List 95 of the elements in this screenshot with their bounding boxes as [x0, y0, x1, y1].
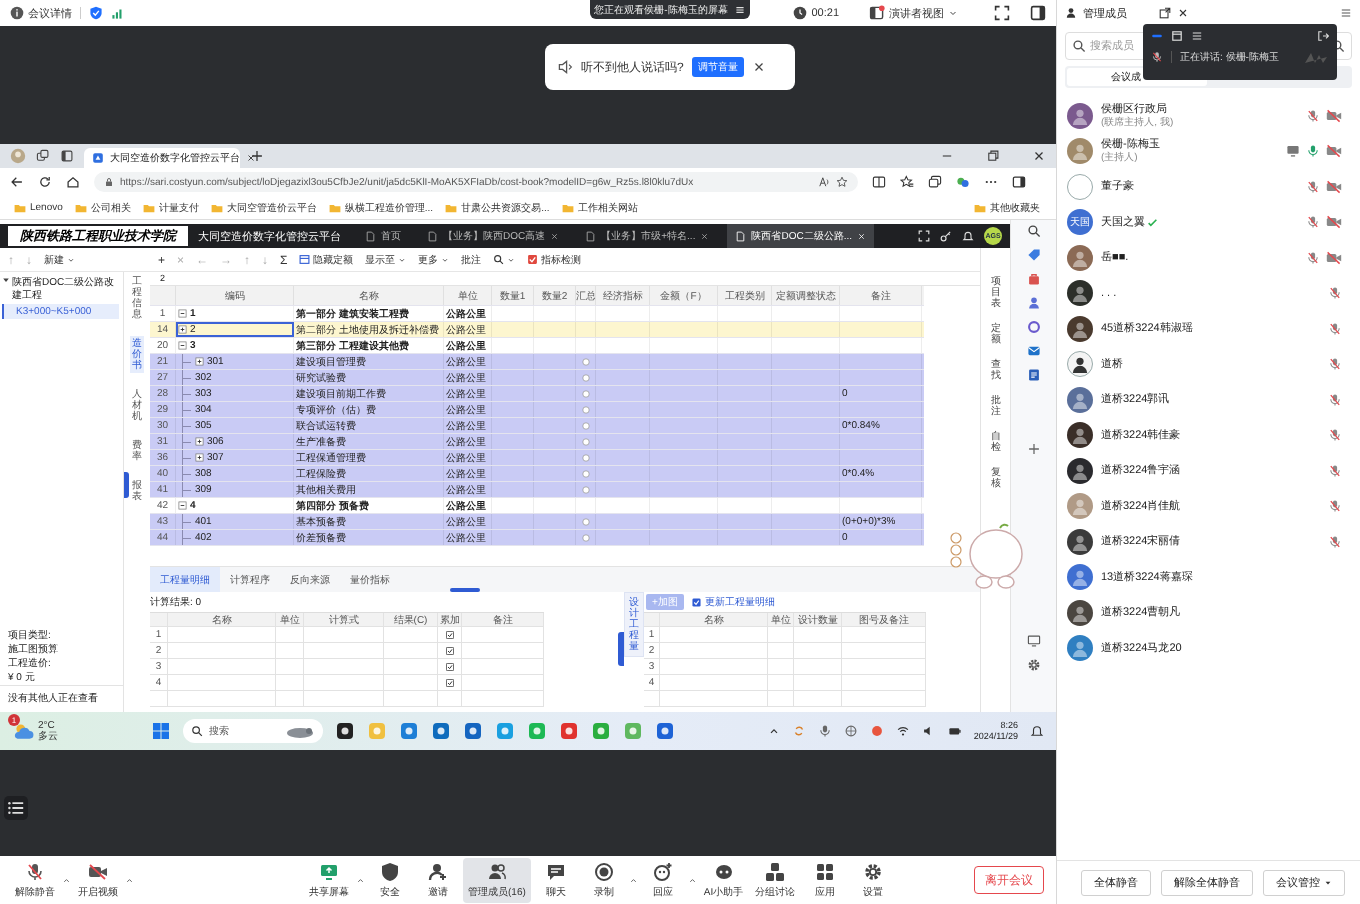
- mic-muted-icon[interactable]: [1328, 463, 1342, 478]
- collections-icon[interactable]: [928, 175, 942, 189]
- bag-icon[interactable]: [1026, 272, 1041, 286]
- collapse-handle[interactable]: [618, 632, 624, 666]
- camera-off-icon[interactable]: [1326, 143, 1342, 160]
- checkbox[interactable]: [581, 421, 590, 430]
- assistant-icon: [713, 861, 734, 882]
- chat-icon: [545, 861, 566, 882]
- site-icon: [92, 152, 104, 164]
- list-icon[interactable]: [4, 796, 28, 820]
- add-person-icon: [428, 861, 448, 882]
- folder-icon: [561, 201, 574, 214]
- document-icon[interactable]: [1026, 368, 1041, 382]
- mic-muted-icon[interactable]: [1306, 250, 1320, 265]
- mic-muted-icon[interactable]: [1306, 108, 1320, 123]
- mic-icon[interactable]: [817, 724, 832, 738]
- checked-checkbox[interactable]: [445, 646, 454, 655]
- folder-icon: [14, 201, 26, 214]
- checkbox[interactable]: [581, 405, 590, 414]
- checkbox[interactable]: [581, 469, 590, 478]
- shield-icon: [380, 861, 400, 882]
- mic-muted-icon[interactable]: [1328, 534, 1342, 549]
- settings-icon: [863, 861, 884, 882]
- sync-icon[interactable]: [791, 724, 806, 738]
- battery-icon[interactable]: [947, 724, 962, 738]
- checked-checkbox[interactable]: [445, 678, 454, 687]
- collapse-icon[interactable]: [178, 341, 187, 350]
- folder-icon: [974, 201, 986, 214]
- expand-icon[interactable]: [195, 357, 204, 366]
- lock-icon: [104, 177, 114, 187]
- check-icon: [527, 254, 539, 265]
- extension-icon[interactable]: [956, 175, 970, 189]
- search-icon[interactable]: [1026, 224, 1041, 238]
- expand-icon[interactable]: [195, 437, 204, 446]
- record-icon: [593, 861, 614, 882]
- checkbox[interactable]: [581, 357, 590, 366]
- search-icon: [1072, 39, 1086, 53]
- mail-icon[interactable]: [1026, 344, 1041, 358]
- camera-off-icon[interactable]: [1326, 107, 1342, 124]
- sidebar-icon[interactable]: [1030, 5, 1046, 21]
- squares-icon: [765, 861, 786, 882]
- collapse-arrow-icon[interactable]: [2, 276, 10, 284]
- expand-icon[interactable]: [178, 325, 187, 334]
- checkbox[interactable]: [581, 485, 590, 494]
- collapse-icon[interactable]: [178, 501, 187, 510]
- start-icon[interactable]: [150, 721, 171, 741]
- folder-icon: [445, 201, 458, 214]
- fullscreen-icon[interactable]: [994, 5, 1010, 21]
- mic-muted-icon[interactable]: [1151, 51, 1163, 63]
- mic-muted-icon[interactable]: [1328, 321, 1342, 336]
- settings-icon[interactable]: [1026, 658, 1041, 672]
- checked-checkbox[interactable]: [445, 662, 454, 671]
- tag-icon[interactable]: [1026, 248, 1041, 262]
- folder-icon: [210, 201, 223, 214]
- clock-icon: [793, 6, 808, 20]
- smiley-icon: [652, 861, 673, 882]
- app-icon[interactable]: [334, 721, 355, 741]
- expand-icon[interactable]: [195, 453, 204, 462]
- circle-icon[interactable]: [1026, 320, 1041, 334]
- camera-off-icon[interactable]: [1326, 178, 1342, 195]
- tray-app-icon[interactable]: [869, 724, 884, 738]
- folder-icon: [142, 201, 155, 214]
- checked-checkbox: [691, 597, 701, 607]
- layout-icon: [869, 5, 885, 21]
- resize-handle[interactable]: [450, 588, 480, 592]
- mic-muted-icon: [25, 861, 45, 882]
- apps-icon: [815, 861, 836, 882]
- folder-icon: [328, 201, 341, 214]
- person-icon: [1065, 7, 1077, 19]
- checkbox[interactable]: [581, 373, 590, 382]
- person-icon[interactable]: [1026, 296, 1041, 310]
- mic-muted-icon[interactable]: [1306, 179, 1320, 194]
- mic-muted-icon[interactable]: [1328, 392, 1342, 407]
- info-icon: [10, 6, 24, 20]
- search-highlight-icon: [284, 724, 315, 738]
- checkbox[interactable]: [581, 533, 590, 542]
- sound-wave-drawing: [1303, 51, 1329, 63]
- camera-off-icon[interactable]: [1326, 249, 1342, 266]
- people-icon: [486, 861, 507, 882]
- checked-checkbox[interactable]: [445, 630, 454, 639]
- collapse-handle[interactable]: [124, 472, 129, 498]
- shield-icon[interactable]: [89, 6, 103, 20]
- checkbox[interactable]: [581, 437, 590, 446]
- screen-share-icon: [319, 861, 339, 882]
- collapse-icon[interactable]: [178, 309, 187, 318]
- checkbox[interactable]: [581, 517, 590, 526]
- checkbox[interactable]: [581, 453, 590, 462]
- volume-icon[interactable]: [921, 724, 936, 738]
- signal-icon: [111, 6, 125, 20]
- checkbox[interactable]: [581, 389, 590, 398]
- weather-icon[interactable]: [12, 720, 34, 742]
- workspaces-icon[interactable]: [36, 149, 50, 163]
- camera-off-icon[interactable]: [1326, 214, 1342, 231]
- folder-icon: [74, 201, 87, 214]
- camera-off-icon: [88, 861, 108, 882]
